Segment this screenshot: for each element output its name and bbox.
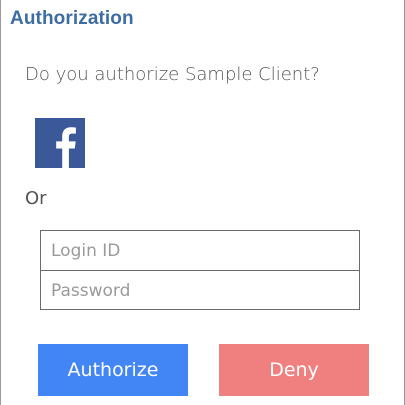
facebook-icon	[35, 118, 85, 168]
login-id-input[interactable]	[41, 231, 359, 270]
facebook-login-button[interactable]	[35, 118, 85, 168]
authorization-question: Do you authorize Sample Client?	[25, 64, 320, 85]
deny-button[interactable]: Deny	[219, 344, 369, 396]
password-input[interactable]	[41, 271, 359, 310]
authorization-dialog: Authorization Do you authorize Sample Cl…	[0, 0, 405, 405]
authorize-button[interactable]: Authorize	[38, 344, 188, 396]
dialog-title: Authorization	[10, 8, 134, 29]
or-separator-label: Or	[25, 188, 47, 209]
login-form	[40, 230, 360, 310]
